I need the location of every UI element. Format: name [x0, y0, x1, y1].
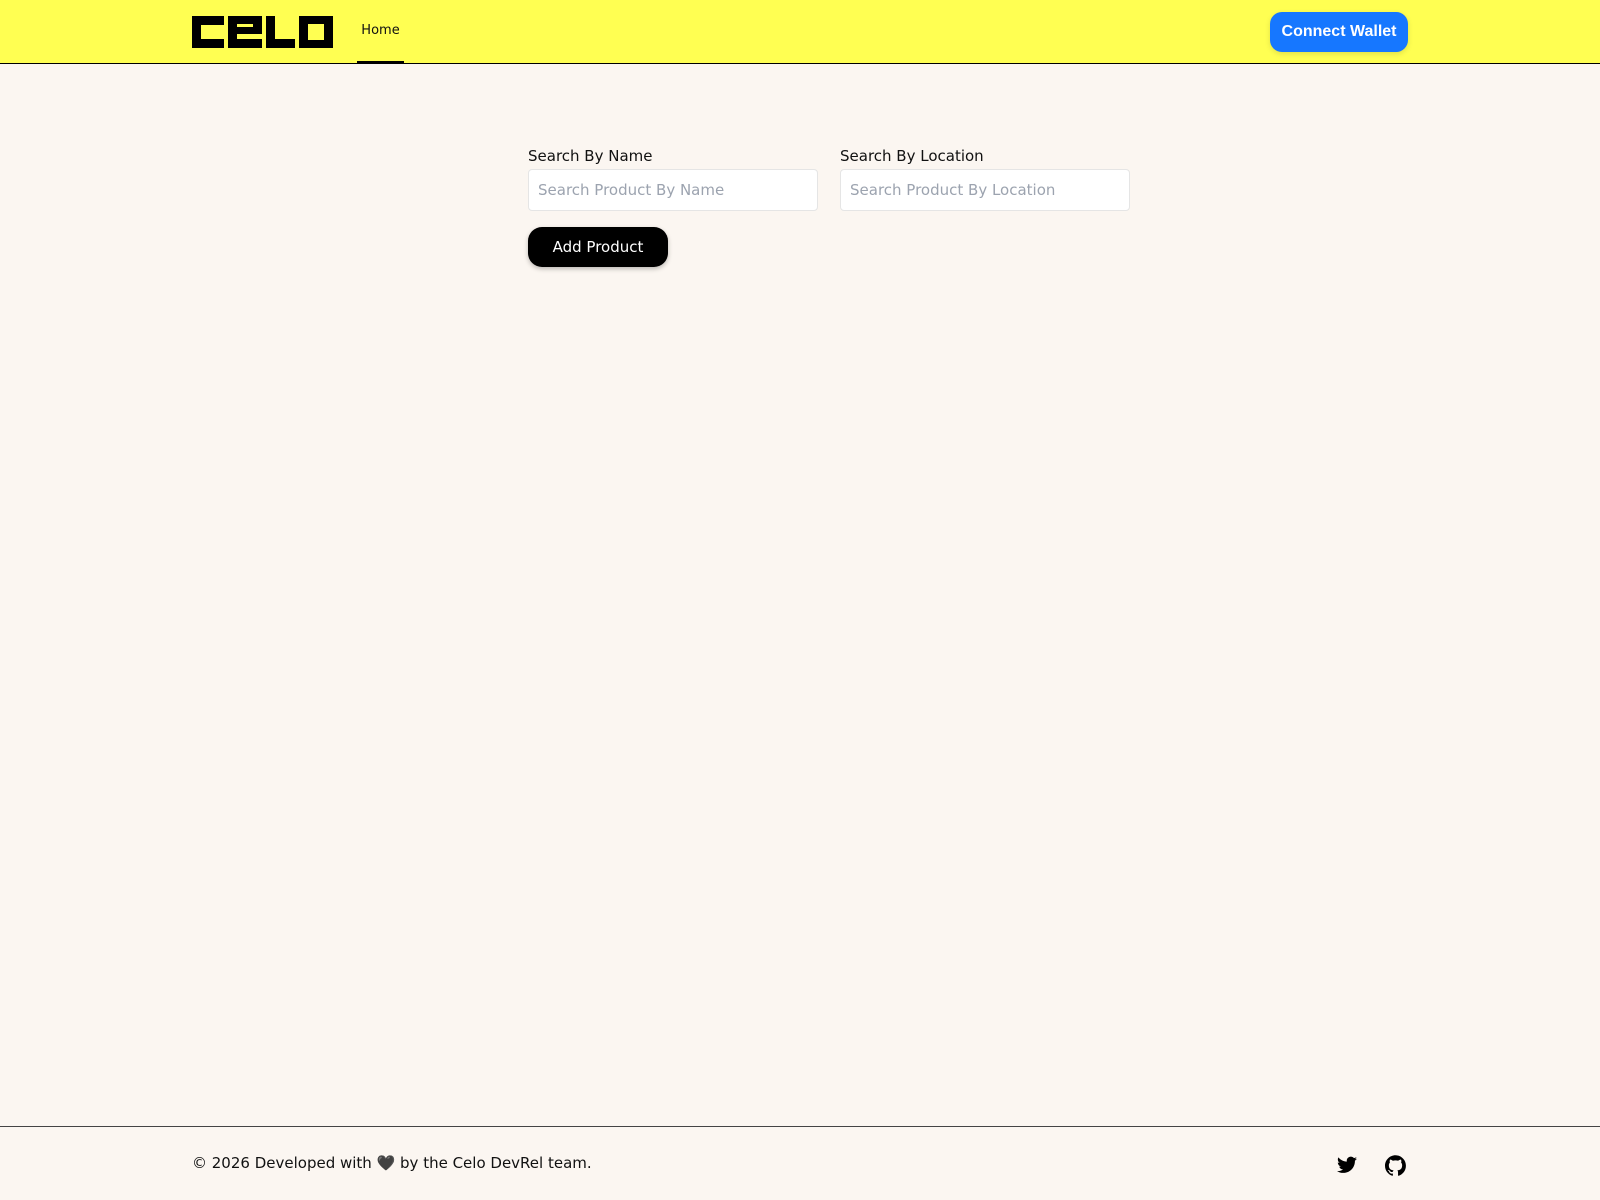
heart-icon: 🖤: [376, 1154, 396, 1172]
connect-wallet-button[interactable]: Connect Wallet: [1270, 12, 1408, 52]
search-by-location-label: Search By Location: [840, 147, 984, 165]
top-navbar: Home Connect Wallet: [0, 0, 1600, 64]
nav-link-home[interactable]: Home: [357, 0, 404, 64]
search-by-name-label: Search By Name: [528, 147, 653, 165]
footer-text-before: © 2026 Developed with: [192, 1154, 377, 1172]
twitter-icon[interactable]: [1336, 1154, 1358, 1176]
footer: © 2026 Developed with 🖤 by the Celo DevR…: [0, 1126, 1600, 1200]
celo-logo[interactable]: [192, 16, 333, 48]
search-by-location-input[interactable]: [840, 169, 1130, 211]
page: Home Connect Wallet Search By Name Searc…: [0, 0, 1600, 1200]
footer-credit: © 2026 Developed with 🖤 by the Celo DevR…: [192, 1154, 592, 1172]
celo-wordmark-icon: [192, 16, 333, 48]
github-icon[interactable]: [1384, 1154, 1406, 1176]
nav-link-home-label: Home: [361, 23, 400, 38]
search-by-name-input[interactable]: [528, 169, 818, 211]
add-product-button[interactable]: Add Product: [528, 227, 668, 267]
footer-text-after: by the Celo DevRel team.: [395, 1154, 592, 1172]
